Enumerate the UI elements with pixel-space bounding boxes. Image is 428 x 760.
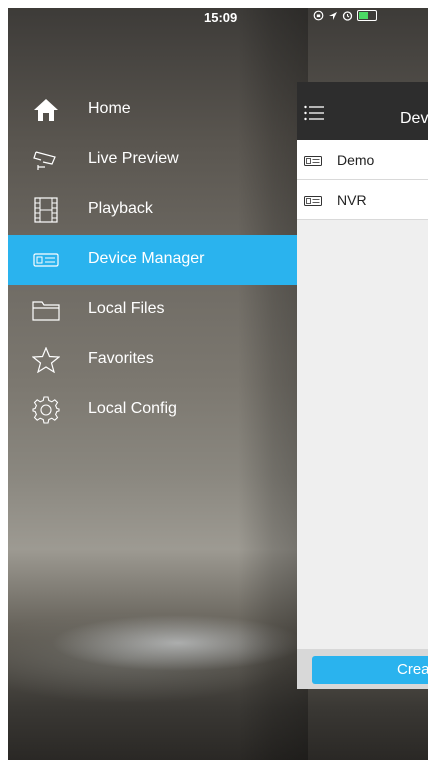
battery-icon: [357, 10, 377, 21]
device-name: Demo: [337, 152, 375, 168]
status-icons: [313, 10, 377, 21]
side-menu: Home Live Preview Playback Device Manage…: [8, 85, 308, 435]
device-row-demo[interactable]: Demo: [297, 140, 428, 180]
gear-icon: [32, 396, 60, 424]
device-icon: [304, 153, 322, 166]
menu-item-label: Live Preview: [88, 150, 179, 167]
device-panel: Dev Demo NVR Crea: [297, 82, 428, 689]
lock-rotation-icon: [313, 10, 324, 21]
menu-item-label: Home: [88, 100, 131, 117]
star-icon: [32, 347, 60, 373]
menu-item-favorites[interactable]: Favorites: [8, 335, 308, 385]
menu-item-local-files[interactable]: Local Files: [8, 285, 308, 335]
menu-item-label: Local Files: [88, 300, 165, 317]
hamburger-icon[interactable]: [304, 105, 324, 121]
menu-item-label: Favorites: [88, 350, 154, 367]
menu-item-local-config[interactable]: Local Config: [8, 385, 308, 435]
menu-item-label: Device Manager: [88, 250, 205, 267]
device-icon: [32, 247, 60, 273]
status-bar: 15:09: [8, 8, 428, 28]
menu-item-label: Playback: [88, 200, 153, 217]
device-row-nvr[interactable]: NVR: [297, 180, 428, 220]
create-button-label: Crea: [397, 661, 428, 678]
menu-item-device-manager[interactable]: Device Manager: [8, 235, 308, 285]
status-time: 15:09: [204, 10, 238, 25]
menu-item-home[interactable]: Home: [8, 85, 308, 135]
create-button[interactable]: Crea: [312, 656, 428, 684]
alarm-icon: [342, 11, 353, 21]
camera-icon: [32, 147, 60, 173]
panel-footer: Crea: [297, 649, 428, 689]
folder-icon: [32, 297, 60, 323]
home-icon: [32, 97, 60, 123]
page-title: Dev: [400, 110, 428, 127]
menu-item-playback[interactable]: Playback: [8, 185, 308, 235]
menu-item-label: Local Config: [88, 400, 177, 417]
app-screen: 15:09 Home Live Preview Playback Device …: [8, 8, 428, 760]
menu-item-live-preview[interactable]: Live Preview: [8, 135, 308, 185]
film-icon: [32, 197, 60, 223]
location-icon: [329, 11, 337, 20]
panel-header: Dev: [297, 82, 428, 140]
device-name: NVR: [337, 192, 367, 208]
device-icon: [304, 193, 322, 206]
